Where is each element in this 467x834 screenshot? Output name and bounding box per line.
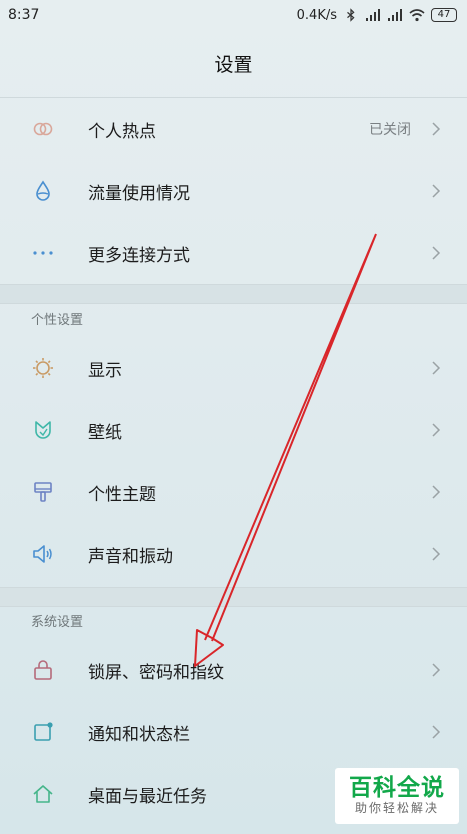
item-value: 已关闭 [369,122,411,138]
more-dots-icon [33,251,53,255]
settings-item-lock-screen[interactable]: 锁屏、密码和指纹 [0,639,467,701]
status-bar: 8:37 0.4K/s 47 [0,0,467,30]
chevron-right-icon [432,184,441,198]
speaker-icon [33,545,52,563]
item-label: 桌面与最近任务 [88,786,207,807]
signal-icon [366,9,380,21]
section-gap [0,285,467,303]
settings-item-notifications[interactable]: 通知和状态栏 [0,701,467,763]
page-title: 设置 [214,54,253,76]
item-label: 更多连接方式 [88,245,190,266]
divider [0,303,467,304]
watermark-main: 百科全说 [349,775,445,802]
home-icon [33,785,53,803]
settings-item-theme[interactable]: 个性主题 [0,461,467,523]
header: 设置 [0,30,467,97]
settings-item-wallpaper[interactable]: 壁纸 [0,399,467,461]
wifi-icon [409,9,425,22]
net-speed: 0.4K/s [296,7,337,23]
bluetooth-icon [347,8,355,22]
chevron-right-icon [432,485,441,499]
status-time: 8:37 [8,7,40,23]
item-label: 通知和状态栏 [88,724,190,745]
chevron-right-icon [432,663,441,677]
personal-group: 显示 壁纸 个性主题 声音和振动 [0,337,467,585]
section-gap [0,588,467,606]
item-label: 流量使用情况 [88,183,190,204]
signal-icon [388,9,402,21]
data-usage-icon [36,180,50,201]
sun-icon [33,358,53,378]
chevron-right-icon [432,547,441,561]
settings-item-sound[interactable]: 声音和振动 [0,523,467,585]
item-label: 声音和振动 [88,546,173,567]
chevron-right-icon [432,725,441,739]
item-label: 个性主题 [88,484,156,505]
connectivity-group: 个人热点 已关闭 流量使用情况 更多连接方式 [0,98,467,284]
status-right: 0.4K/s 47 [297,8,457,23]
watermark-logo: 百科全说 助你轻松解决 [335,768,459,824]
item-label: 显示 [88,360,122,381]
hotspot-icon [33,122,53,136]
item-label: 个人热点 [88,121,156,142]
settings-item-display[interactable]: 显示 [0,337,467,399]
chevron-right-icon [432,423,441,437]
chevron-right-icon [432,246,441,260]
battery-icon: 47 [431,8,457,22]
section-title-system: 系统设置 [31,615,84,630]
item-label: 壁纸 [88,422,122,443]
settings-item-hotspot[interactable]: 个人热点 已关闭 [0,98,467,160]
theme-brush-icon [34,482,52,502]
divider [0,606,467,607]
item-label: 锁屏、密码和指纹 [88,662,224,683]
chevron-right-icon [432,122,441,136]
section-title-personal: 个性设置 [31,313,84,328]
settings-item-more-connections[interactable]: 更多连接方式 [0,222,467,284]
watermark-sub: 助你轻松解决 [354,801,439,816]
lock-icon [34,660,52,680]
notification-icon [34,722,53,741]
settings-item-data-usage[interactable]: 流量使用情况 [0,160,467,222]
chevron-right-icon [432,361,441,375]
wallpaper-icon [35,421,51,439]
